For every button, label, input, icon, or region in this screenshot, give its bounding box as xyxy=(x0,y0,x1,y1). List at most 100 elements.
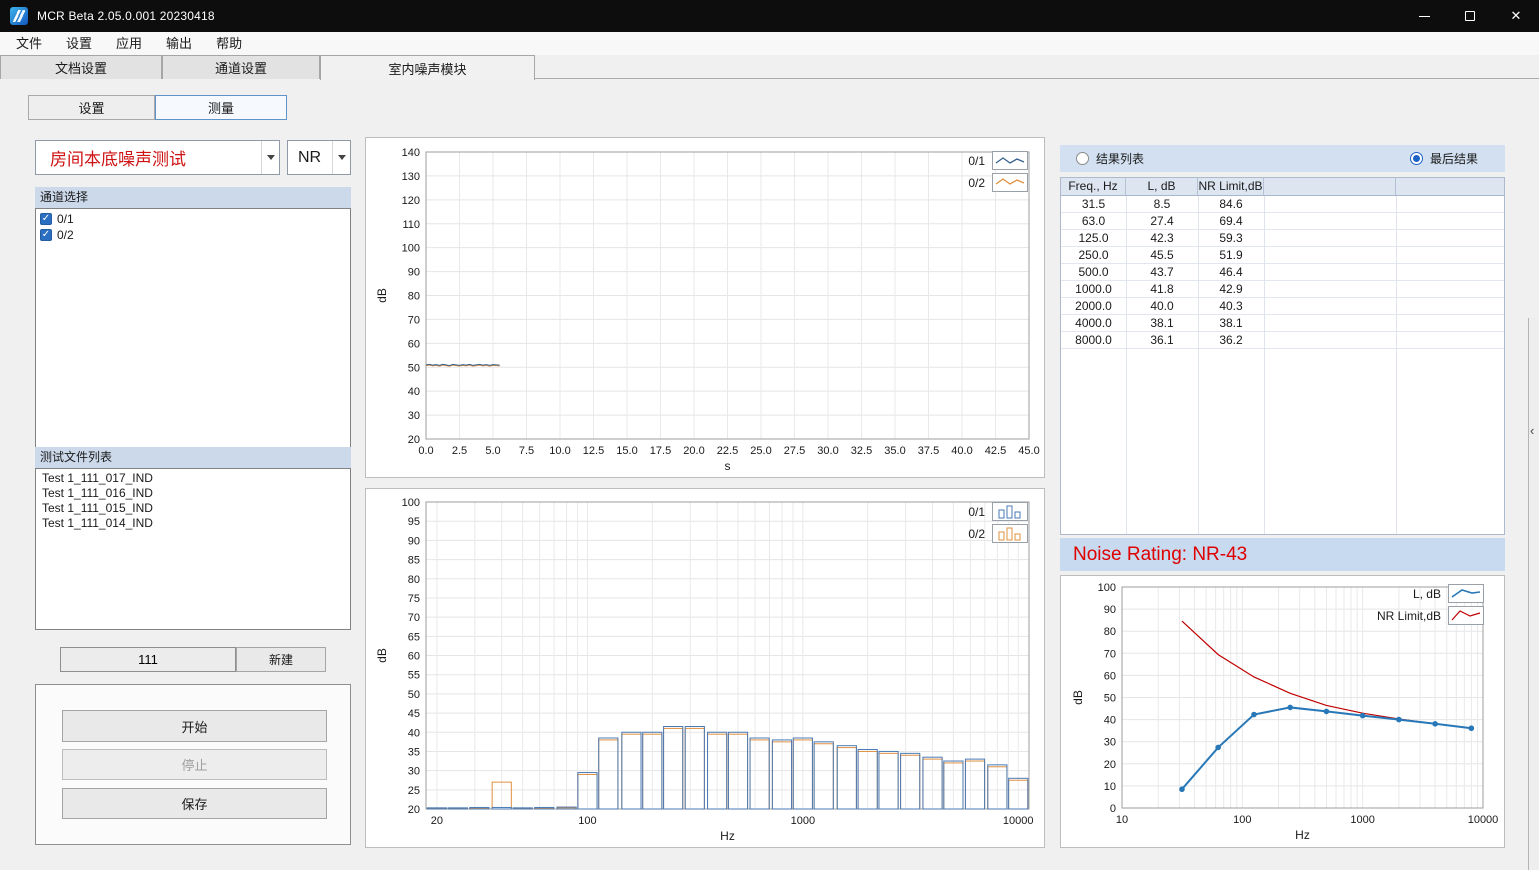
legend-entry: 0/1 xyxy=(968,502,1028,521)
menu-file[interactable]: 文件 xyxy=(4,32,54,55)
time-history-chart-panel: 20304050607080901001101201301400.02.55.0… xyxy=(365,137,1045,478)
table-row[interactable]: 4000.038.138.1 xyxy=(1061,315,1504,332)
dropdown-arrow-box[interactable] xyxy=(261,141,279,174)
svg-text:40: 40 xyxy=(1104,715,1116,727)
svg-text:90: 90 xyxy=(408,535,420,547)
table-row[interactable]: 1000.041.842.9 xyxy=(1061,281,1504,298)
menu-settings[interactable]: 设置 xyxy=(54,32,104,55)
results-view-switch: 结果列表 最后结果 xyxy=(1060,145,1505,172)
minimize-icon xyxy=(1419,16,1430,17)
svg-text:95: 95 xyxy=(408,516,420,528)
svg-text:100: 100 xyxy=(402,497,420,509)
checkbox-checked-icon[interactable]: ✓ xyxy=(40,213,52,225)
svg-text:dB: dB xyxy=(375,288,389,303)
svg-text:5.0: 5.0 xyxy=(485,445,500,457)
results-table-body: 31.58.584.6 63.027.469.4 125.042.359.3 2… xyxy=(1061,196,1504,534)
subtab-measure[interactable]: 测量 xyxy=(155,95,287,120)
window-title: MCR Beta 2.05.0.001 20230418 xyxy=(37,9,215,23)
results-table-header: Freq., Hz L, dB NR Limit,dB xyxy=(1061,178,1504,196)
maximize-button[interactable] xyxy=(1447,0,1493,32)
save-button[interactable]: 保存 xyxy=(62,788,327,819)
svg-text:40: 40 xyxy=(408,727,420,739)
svg-text:22.5: 22.5 xyxy=(717,445,738,457)
table-row[interactable]: 250.045.551.9 xyxy=(1061,247,1504,264)
line-sample-icon xyxy=(1450,607,1482,624)
table-row[interactable]: 2000.040.040.3 xyxy=(1061,298,1504,315)
cell-level: 45.5 xyxy=(1126,247,1198,263)
svg-text:45.0: 45.0 xyxy=(1018,445,1039,457)
checkbox-checked-icon[interactable]: ✓ xyxy=(40,229,52,241)
svg-text:Hz: Hz xyxy=(1295,828,1310,842)
dropdown-arrow-box[interactable] xyxy=(332,141,350,174)
svg-text:70: 70 xyxy=(408,314,420,326)
spectrum-legend: 0/1 0/2 xyxy=(968,502,1028,543)
col-header-level: L, dB xyxy=(1126,178,1198,195)
cell-nr-limit: 40.3 xyxy=(1198,298,1264,314)
col-header-nr-limit: NR Limit,dB xyxy=(1198,178,1264,195)
legend-sample-box xyxy=(992,524,1028,543)
start-button[interactable]: 开始 xyxy=(62,710,327,742)
panel-collapse-strip[interactable]: ‹ xyxy=(1528,318,1539,870)
cell-nr-limit: 46.4 xyxy=(1198,264,1264,280)
rating-dropdown[interactable]: NR xyxy=(287,140,351,175)
test-name-input[interactable] xyxy=(60,647,236,672)
channel-label: 0/2 xyxy=(57,228,74,242)
svg-text:dB: dB xyxy=(1071,690,1085,705)
file-item[interactable]: Test 1_111_014_IND xyxy=(36,516,350,531)
svg-text:40: 40 xyxy=(408,386,420,398)
menu-help[interactable]: 帮助 xyxy=(204,32,254,55)
table-row[interactable]: 125.042.359.3 xyxy=(1061,230,1504,247)
channel-item-0-1[interactable]: ✓ 0/1 xyxy=(36,211,350,227)
file-item[interactable]: Test 1_111_017_IND xyxy=(36,471,350,486)
radio-unselected-icon[interactable] xyxy=(1076,152,1089,165)
svg-text:25: 25 xyxy=(408,785,420,797)
chevron-down-icon xyxy=(267,155,275,160)
cell-level: 41.8 xyxy=(1126,281,1198,297)
bar-sample-icon xyxy=(994,503,1026,520)
close-button[interactable]: ✕ xyxy=(1493,0,1539,32)
table-row[interactable]: 31.58.584.6 xyxy=(1061,196,1504,213)
cell-nr-limit: 84.6 xyxy=(1198,196,1264,212)
subtab-settings[interactable]: 设置 xyxy=(28,95,155,120)
test-type-dropdown[interactable]: 房间本底噪声测试 xyxy=(35,140,280,175)
legend-label: 0/2 xyxy=(968,176,985,190)
svg-text:37.5: 37.5 xyxy=(918,445,939,457)
channel-item-0-2[interactable]: ✓ 0/2 xyxy=(36,227,350,243)
table-row[interactable]: 500.043.746.4 xyxy=(1061,264,1504,281)
new-button[interactable]: 新建 xyxy=(236,647,326,672)
collapse-left-icon[interactable]: ‹ xyxy=(1530,423,1534,438)
tab-indoor-noise-module[interactable]: 室内噪声模块 xyxy=(320,55,535,80)
column-divider xyxy=(1126,196,1127,534)
cell-level: 43.7 xyxy=(1126,264,1198,280)
file-item[interactable]: Test 1_111_016_IND xyxy=(36,486,350,501)
app-icon xyxy=(10,7,28,25)
file-item[interactable]: Test 1_111_015_IND xyxy=(36,501,350,516)
table-row[interactable]: 63.027.469.4 xyxy=(1061,213,1504,230)
tab-document-settings[interactable]: 文档设置 xyxy=(0,55,162,79)
stop-button[interactable]: 停止 xyxy=(62,749,327,780)
menu-application[interactable]: 应用 xyxy=(104,32,154,55)
radio-result-list[interactable]: 结果列表 xyxy=(1076,145,1144,172)
chevron-down-icon xyxy=(338,155,346,160)
svg-text:60: 60 xyxy=(1104,670,1116,682)
svg-text:2.5: 2.5 xyxy=(452,445,467,457)
svg-text:80: 80 xyxy=(408,291,420,303)
legend-sample-box xyxy=(992,502,1028,521)
radio-selected-icon[interactable] xyxy=(1410,152,1423,165)
tab-channel-settings[interactable]: 通道设置 xyxy=(162,55,320,79)
table-row[interactable]: 8000.036.136.2 xyxy=(1061,332,1504,349)
radio-last-result[interactable]: 最后结果 xyxy=(1410,145,1478,172)
svg-text:20: 20 xyxy=(431,815,443,827)
svg-text:10000: 10000 xyxy=(1003,815,1034,827)
cell-freq: 63.0 xyxy=(1061,213,1126,229)
cell-freq: 250.0 xyxy=(1061,247,1126,263)
svg-text:Hz: Hz xyxy=(720,829,735,843)
svg-text:55: 55 xyxy=(408,670,420,682)
svg-text:100: 100 xyxy=(402,243,420,255)
legend-sample-box xyxy=(1448,606,1484,625)
spectrum-chart-panel: 2025303540455055606570758085909510020100… xyxy=(365,488,1045,848)
legend-label: 0/2 xyxy=(968,527,985,541)
menu-output[interactable]: 输出 xyxy=(154,32,204,55)
minimize-button[interactable] xyxy=(1401,0,1447,32)
legend-entry: 0/1 xyxy=(968,151,1028,170)
